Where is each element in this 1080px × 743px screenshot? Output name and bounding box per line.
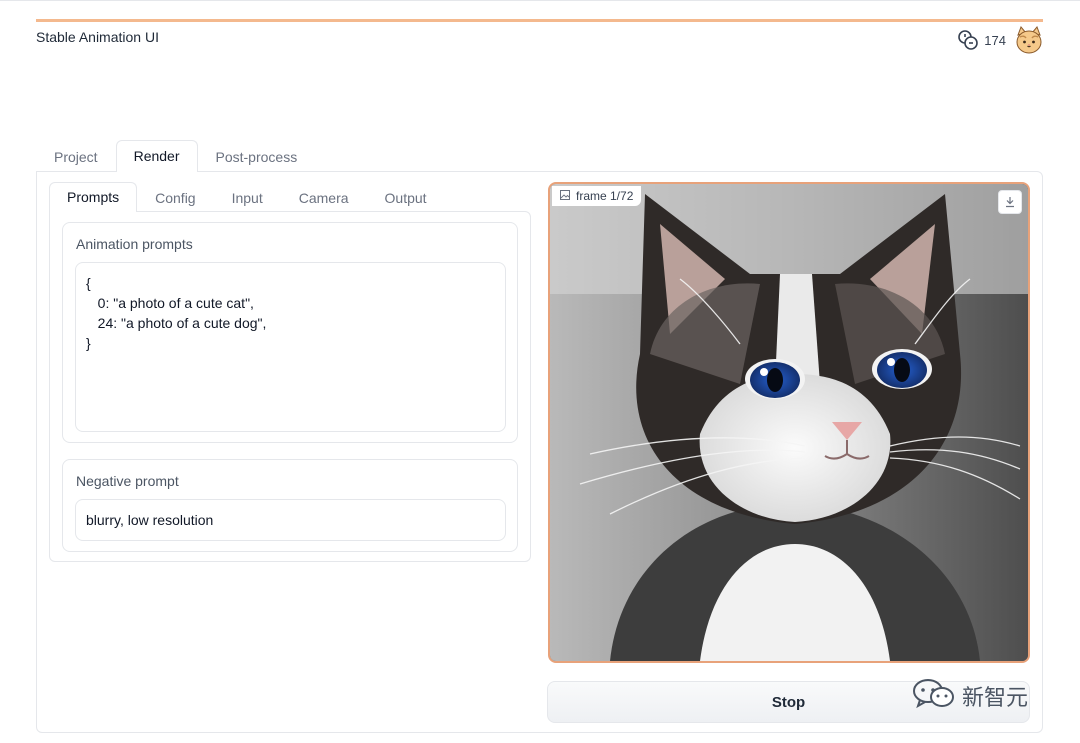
tab-config[interactable]: Config [137,183,213,212]
app-title: Stable Animation UI [36,29,159,45]
watermark: 新智元 [912,676,1048,716]
tab-input[interactable]: Input [214,183,281,212]
tab-output[interactable]: Output [367,183,445,212]
visitor-count: 174 [984,32,1006,48]
negative-prompt-value: blurry, low resolution [86,512,214,528]
negative-prompt-input[interactable]: blurry, low resolution [75,499,506,541]
frame-counter: frame 1/72 [576,189,634,203]
wechat-icon [912,678,956,715]
page: Stable Animation UI 174 Project Render P… [0,0,1080,743]
animation-prompts-block: Animation prompts { 0: "a photo of a cut… [62,222,518,443]
download-icon[interactable] [998,190,1022,214]
avatar[interactable] [1014,25,1044,55]
animation-prompts-label: Animation prompts [76,236,193,252]
animation-prompts-textarea[interactable]: { 0: "a photo of a cute cat", 24: "a pho… [75,262,506,432]
header-right: 174 [956,25,1044,55]
inner-tabs: Prompts Config Input Camera Output [49,182,445,212]
tab-post-process[interactable]: Post-process [198,141,316,172]
tab-camera[interactable]: Camera [281,183,367,212]
accent-bar [36,19,1043,22]
negative-prompt-block: Negative prompt blurry, low resolution [62,459,518,552]
tab-prompts[interactable]: Prompts [49,182,138,212]
watermark-text: 新智元 [962,686,1029,711]
tab-render[interactable]: Render [115,140,198,172]
outer-tabs: Project Render Post-process [36,140,315,172]
frame-label: frame 1/72 [552,186,642,206]
output-image[interactable]: frame 1/72 [548,182,1030,663]
cat-photo [550,184,1028,661]
negative-prompt-label: Negative prompt [76,473,179,489]
top-divider [0,0,1080,1]
image-icon [560,189,570,203]
tab-project[interactable]: Project [36,141,116,172]
animation-prompts-value: { 0: "a photo of a cute cat", 24: "a pho… [86,275,267,351]
visitor-icon [956,28,980,52]
